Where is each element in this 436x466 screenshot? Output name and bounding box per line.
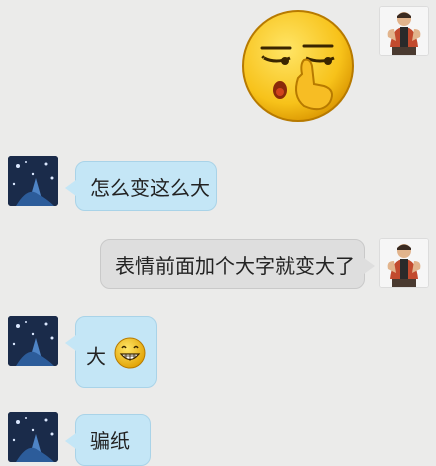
avatar[interactable] — [379, 6, 429, 56]
night-sky-avatar-icon — [8, 156, 58, 206]
message-text: 大 — [86, 344, 106, 369]
avatar[interactable] — [8, 156, 58, 206]
avatar[interactable] — [8, 316, 58, 366]
smirk-emoji-icon — [242, 10, 354, 122]
grin-emoji-icon — [114, 337, 146, 376]
message-bubble[interactable]: 骗纸 — [65, 414, 151, 466]
message-bubble[interactable]: 怎么变这么大 — [65, 161, 217, 211]
message-text: 怎么变这么大 — [90, 176, 210, 200]
message-text: 表情前面加个大字就变大了 — [115, 254, 355, 278]
avatar[interactable] — [8, 412, 58, 462]
night-sky-avatar-icon — [8, 316, 58, 366]
person-avatar-icon — [380, 239, 428, 287]
message-bubble[interactable]: 大 — [65, 316, 157, 388]
night-sky-avatar-icon — [8, 412, 58, 462]
person-avatar-icon — [380, 7, 428, 55]
avatar[interactable] — [379, 238, 429, 288]
smirk-emoji-sticker[interactable] — [240, 8, 358, 126]
message-bubble[interactable]: 表情前面加个大字就变大了 — [100, 239, 375, 289]
message-text: 骗纸 — [90, 429, 130, 453]
